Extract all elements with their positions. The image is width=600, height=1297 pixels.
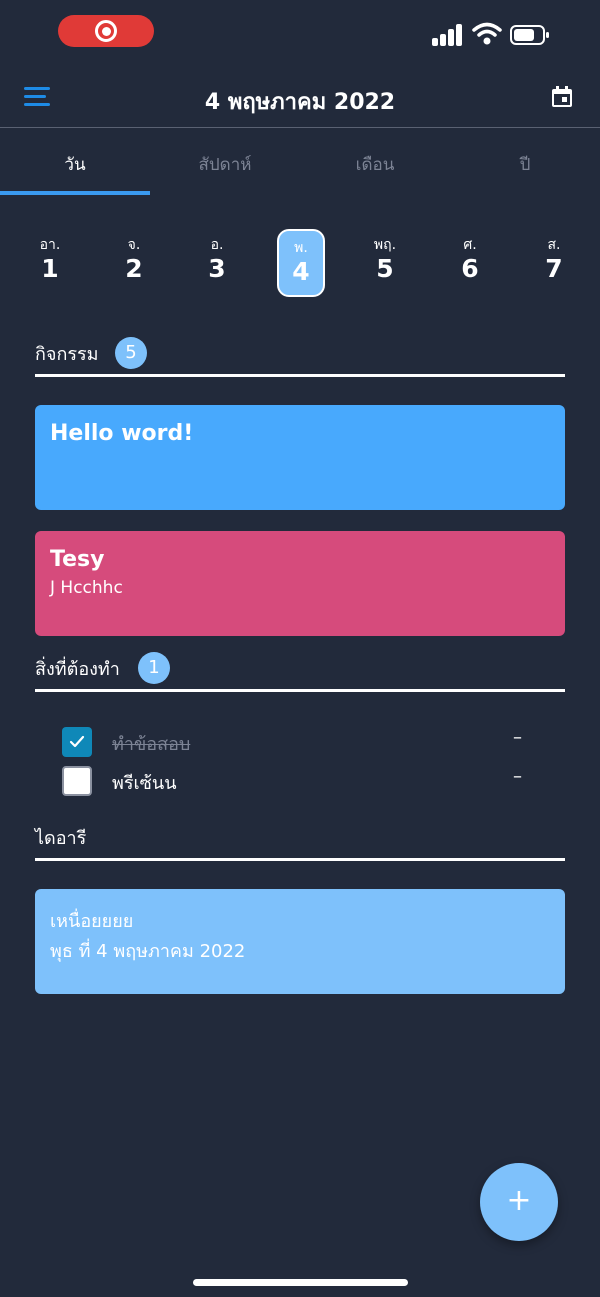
checkbox-unchecked[interactable]	[62, 766, 92, 796]
day-number: 5	[376, 254, 394, 283]
diary-entry-date: พุธ ที่ 4 พฤษภาคม 2022	[50, 941, 246, 962]
cellular-signal-icon	[432, 24, 462, 46]
diary-card[interactable]: เหนื่อยยยย พุธ ที่ 4 พฤษภาคม 2022	[35, 889, 565, 994]
screen-recording-indicator[interactable]	[58, 15, 154, 47]
activity-card[interactable]: Tesy J Hcchhc	[35, 531, 565, 636]
home-indicator[interactable]	[193, 1279, 408, 1286]
day-number: 6	[461, 254, 479, 283]
day-saturday[interactable]: ส. 7	[530, 228, 578, 296]
activities-header: กิจกรรม 5	[35, 337, 565, 377]
section-title: กิจกรรม	[35, 344, 99, 365]
todo-text: ทำข้อสอบ	[112, 734, 191, 755]
day-of-week-label: พ.	[294, 240, 308, 256]
card-subtitle: J Hcchhc	[50, 578, 123, 598]
calendar-icon[interactable]	[551, 86, 573, 108]
week-day-strip: อา. 1 จ. 2 อ. 3 พ. 4 พฤ. 5 ศ. 6 ส. 7	[0, 228, 600, 298]
todo-dash: –	[513, 766, 522, 787]
day-friday[interactable]: ศ. 6	[446, 228, 494, 296]
page-title: 4 พฤษภาคม 2022	[204, 90, 396, 115]
card-title: Hello word!	[50, 421, 194, 446]
day-of-week-label: พฤ.	[373, 237, 397, 253]
tab-day[interactable]: วัน	[0, 129, 150, 195]
tab-year[interactable]: ปี	[450, 129, 600, 195]
day-monday[interactable]: จ. 2	[110, 228, 158, 296]
day-of-week-label: จ.	[127, 237, 141, 253]
count-badge: 1	[138, 652, 170, 684]
todos-header: สิ่งที่ต้องทำ 1	[35, 652, 565, 692]
day-of-week-label: อ.	[210, 237, 224, 253]
todo-item: พรีเซ้นน –	[62, 766, 532, 798]
activity-card[interactable]: Hello word!	[35, 405, 565, 510]
day-thursday[interactable]: พฤ. 5	[361, 228, 409, 296]
count-badge: 5	[115, 337, 147, 369]
day-number: 1	[41, 254, 59, 283]
card-title: Tesy	[50, 547, 105, 572]
tab-week[interactable]: สัปดาห์	[150, 129, 300, 195]
day-number: 4	[292, 257, 310, 286]
record-icon	[95, 20, 117, 42]
todo-item: ทำข้อสอบ –	[62, 727, 532, 759]
tab-month[interactable]: เดือน	[300, 129, 450, 195]
app-bar: 4 พฤษภาคม 2022	[0, 64, 600, 128]
day-wednesday-selected[interactable]: พ. 4	[277, 229, 325, 297]
day-number: 2	[125, 254, 143, 283]
checkmark-icon	[69, 735, 85, 748]
add-icon: +	[506, 1183, 532, 1218]
section-title: สิ่งที่ต้องทำ	[35, 659, 120, 680]
wifi-icon	[472, 22, 502, 45]
day-sunday[interactable]: อา. 1	[26, 228, 74, 296]
checkbox-checked[interactable]	[62, 727, 92, 757]
diary-entry-title: เหนื่อยยยย	[50, 911, 134, 932]
todo-dash: –	[513, 727, 522, 748]
section-title: ไดอารี	[35, 828, 87, 849]
diary-header: ไดอารี	[35, 821, 565, 861]
day-of-week-label: ศ.	[463, 237, 477, 253]
add-button[interactable]: +	[480, 1163, 558, 1241]
day-of-week-label: อา.	[39, 237, 61, 253]
view-tabs: วัน สัปดาห์ เดือน ปี	[0, 129, 600, 195]
battery-icon	[510, 25, 549, 45]
status-bar	[0, 0, 600, 64]
day-number: 7	[545, 254, 563, 283]
todo-text: พรีเซ้นน	[112, 773, 177, 794]
day-number: 3	[208, 254, 226, 283]
day-of-week-label: ส.	[547, 237, 561, 253]
day-tuesday[interactable]: อ. 3	[193, 228, 241, 296]
